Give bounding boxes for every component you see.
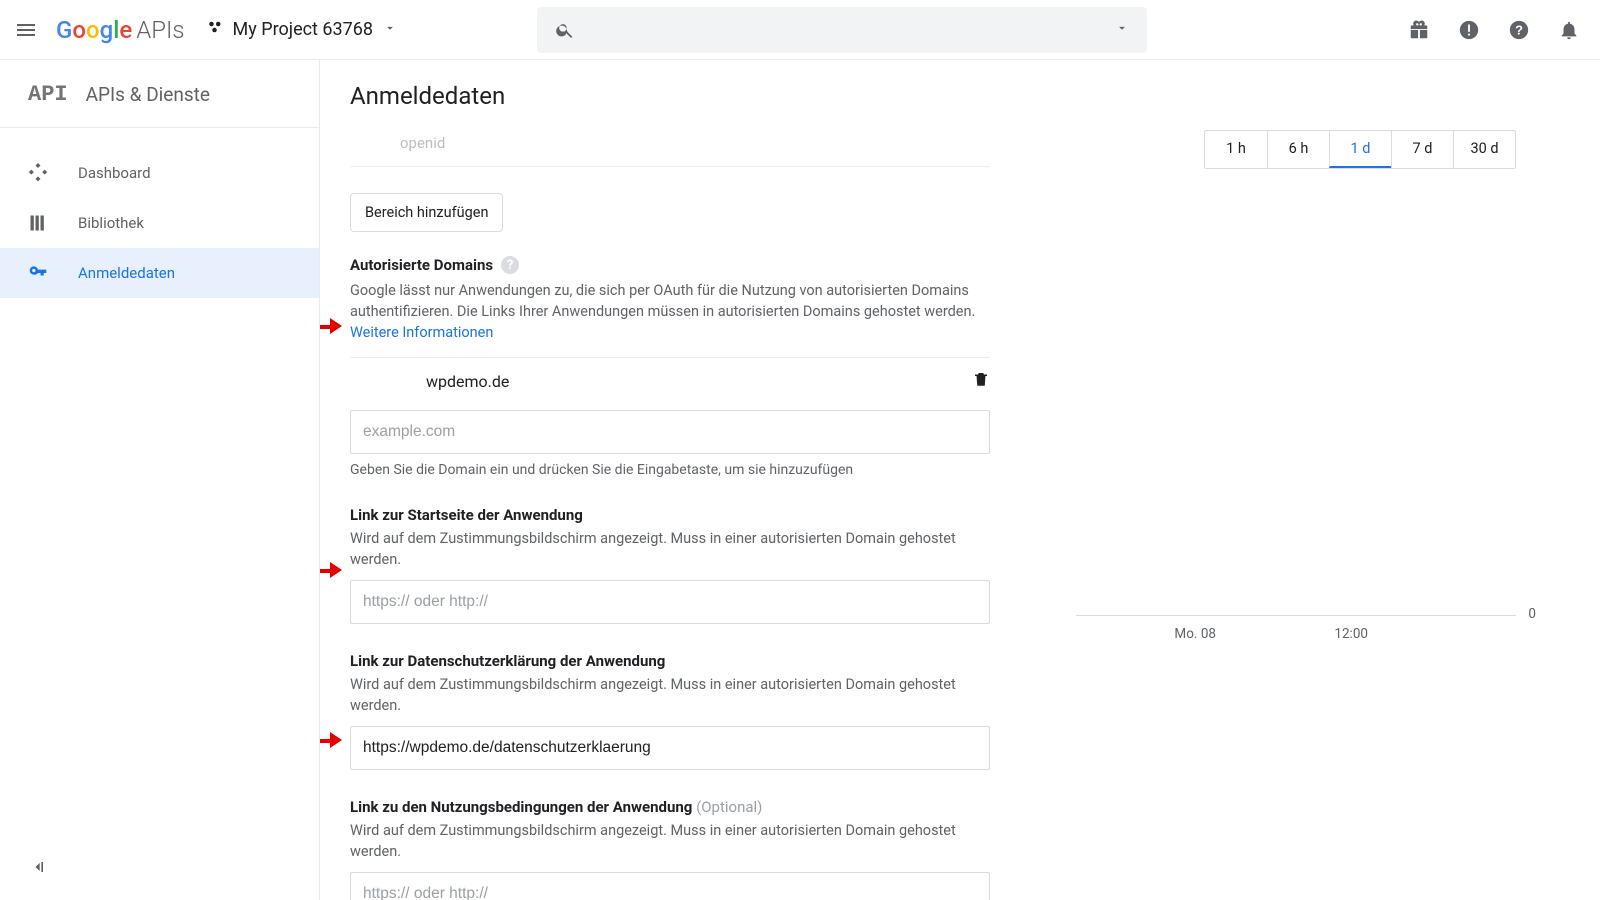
sidebar-item-label: Bibliothek (78, 214, 144, 232)
sidebar-header[interactable]: API APIs & Dienste (0, 60, 319, 127)
terms-title: Link zu den Nutzungsbedingungen der Anwe… (350, 798, 990, 816)
help-icon[interactable]: ? (1508, 19, 1530, 41)
time-opt-1d[interactable]: 1 d (1329, 131, 1391, 168)
help-icon[interactable]: ? (501, 256, 519, 274)
time-opt-7d[interactable]: 7 d (1391, 131, 1453, 168)
axis-line (1076, 615, 1516, 616)
topbar-actions: ? (1408, 19, 1586, 41)
main: API APIs & Dienste Dashboard Bibliothek … (0, 60, 1600, 900)
terms-desc: Wird auf dem Zustimmungsbildschirm angez… (350, 820, 990, 862)
page-title: Anmeldedaten (320, 60, 1020, 130)
time-range-switch: 1 h 6 h 1 d 7 d 30 d (1204, 130, 1516, 169)
homepage-title: Link zur Startseite der Anwendung (350, 506, 990, 524)
gift-icon[interactable] (1408, 19, 1430, 41)
form-area: openid Bereich hinzufügen Autorisierte D… (320, 130, 1020, 900)
homepage-input[interactable] (350, 580, 990, 624)
domain-input[interactable] (350, 410, 990, 454)
section-label: APIs & Dienste (86, 83, 210, 106)
search-bar[interactable] (537, 7, 1147, 53)
google-apis-logo[interactable]: Google APIs (56, 16, 185, 44)
api-logo-text: API (28, 82, 68, 107)
chevron-down-icon (383, 19, 397, 40)
content-aside: 1 h 6 h 1 d 7 d 30 d 0 Mo. 08 12:00 (1020, 60, 1600, 900)
notifications-icon[interactable] (1558, 19, 1580, 41)
content-main: Anmeldedaten openid Bereich hinzufügen A… (320, 60, 1020, 900)
sidebar-item-credentials[interactable]: Anmeldedaten (0, 248, 319, 298)
learn-more-link[interactable]: Weitere Informationen (350, 324, 493, 341)
key-icon (28, 263, 48, 283)
alert-icon[interactable] (1458, 19, 1480, 41)
logo-apis-text: APIs (136, 16, 184, 44)
privacy-input[interactable] (350, 726, 990, 770)
time-opt-6h[interactable]: 6 h (1267, 131, 1329, 168)
sidebar-item-library[interactable]: Bibliothek (0, 198, 319, 248)
auth-domains-title: Autorisierte Domains ? (350, 256, 990, 274)
project-name: My Project 63768 (233, 19, 373, 40)
auth-domains-desc: Google lässt nur Anwendungen zu, die sic… (350, 280, 990, 343)
sidebar-item-dashboard[interactable]: Dashboard (0, 148, 319, 198)
terms-input[interactable] (350, 872, 990, 900)
axis-zero: 0 (1528, 606, 1536, 622)
svg-text:?: ? (1515, 22, 1523, 37)
homepage-link-field: Link zur Startseite der Anwendung Wird a… (350, 506, 990, 624)
domain-hint: Geben Sie die Domain ein und drücken Sie… (350, 462, 990, 478)
delete-icon[interactable] (972, 370, 990, 392)
sidebar-nav: Dashboard Bibliothek Anmeldedaten (0, 128, 319, 318)
axis-x-label-2: 12:00 (1334, 626, 1368, 642)
auth-domains-title-text: Autorisierte Domains (350, 256, 493, 274)
sidebar: API APIs & Dienste Dashboard Bibliothek … (0, 60, 320, 900)
dashboard-icon (28, 163, 48, 183)
privacy-desc: Wird auf dem Zustimmungsbildschirm angez… (350, 674, 990, 716)
scope-row-openid: openid (350, 130, 990, 167)
axis-x-label-1: Mo. 08 (1174, 626, 1216, 642)
privacy-link-field: Link zur Datenschutzerklärung der Anwend… (350, 652, 990, 770)
project-picker[interactable]: My Project 63768 (207, 18, 397, 41)
topbar: Google APIs My Project 63768 ? (0, 0, 1600, 60)
sidebar-item-label: Dashboard (78, 164, 151, 182)
collapse-sidebar-icon[interactable] (28, 857, 48, 882)
library-icon (28, 213, 48, 233)
homepage-desc: Wird auf dem Zustimmungsbildschirm angez… (350, 528, 990, 570)
content: 5 6 7 Anmeldedaten openid Bereich hinzuf… (320, 60, 1600, 900)
add-scope-button[interactable]: Bereich hinzufügen (350, 193, 503, 232)
privacy-title: Link zur Datenschutzerklärung der Anwend… (350, 652, 990, 670)
domain-value: wpdemo.de (426, 372, 509, 391)
domain-row: wpdemo.de (350, 357, 990, 404)
hamburger-icon[interactable] (14, 18, 38, 42)
project-dots-icon (207, 18, 225, 41)
search-chevron-down-icon[interactable] (1115, 21, 1129, 39)
terms-link-field: Link zu den Nutzungsbedingungen der Anwe… (350, 798, 990, 900)
sidebar-item-label: Anmeldedaten (78, 264, 175, 282)
search-icon (555, 20, 575, 40)
time-opt-30d[interactable]: 30 d (1453, 131, 1515, 168)
time-opt-1h[interactable]: 1 h (1205, 131, 1267, 168)
